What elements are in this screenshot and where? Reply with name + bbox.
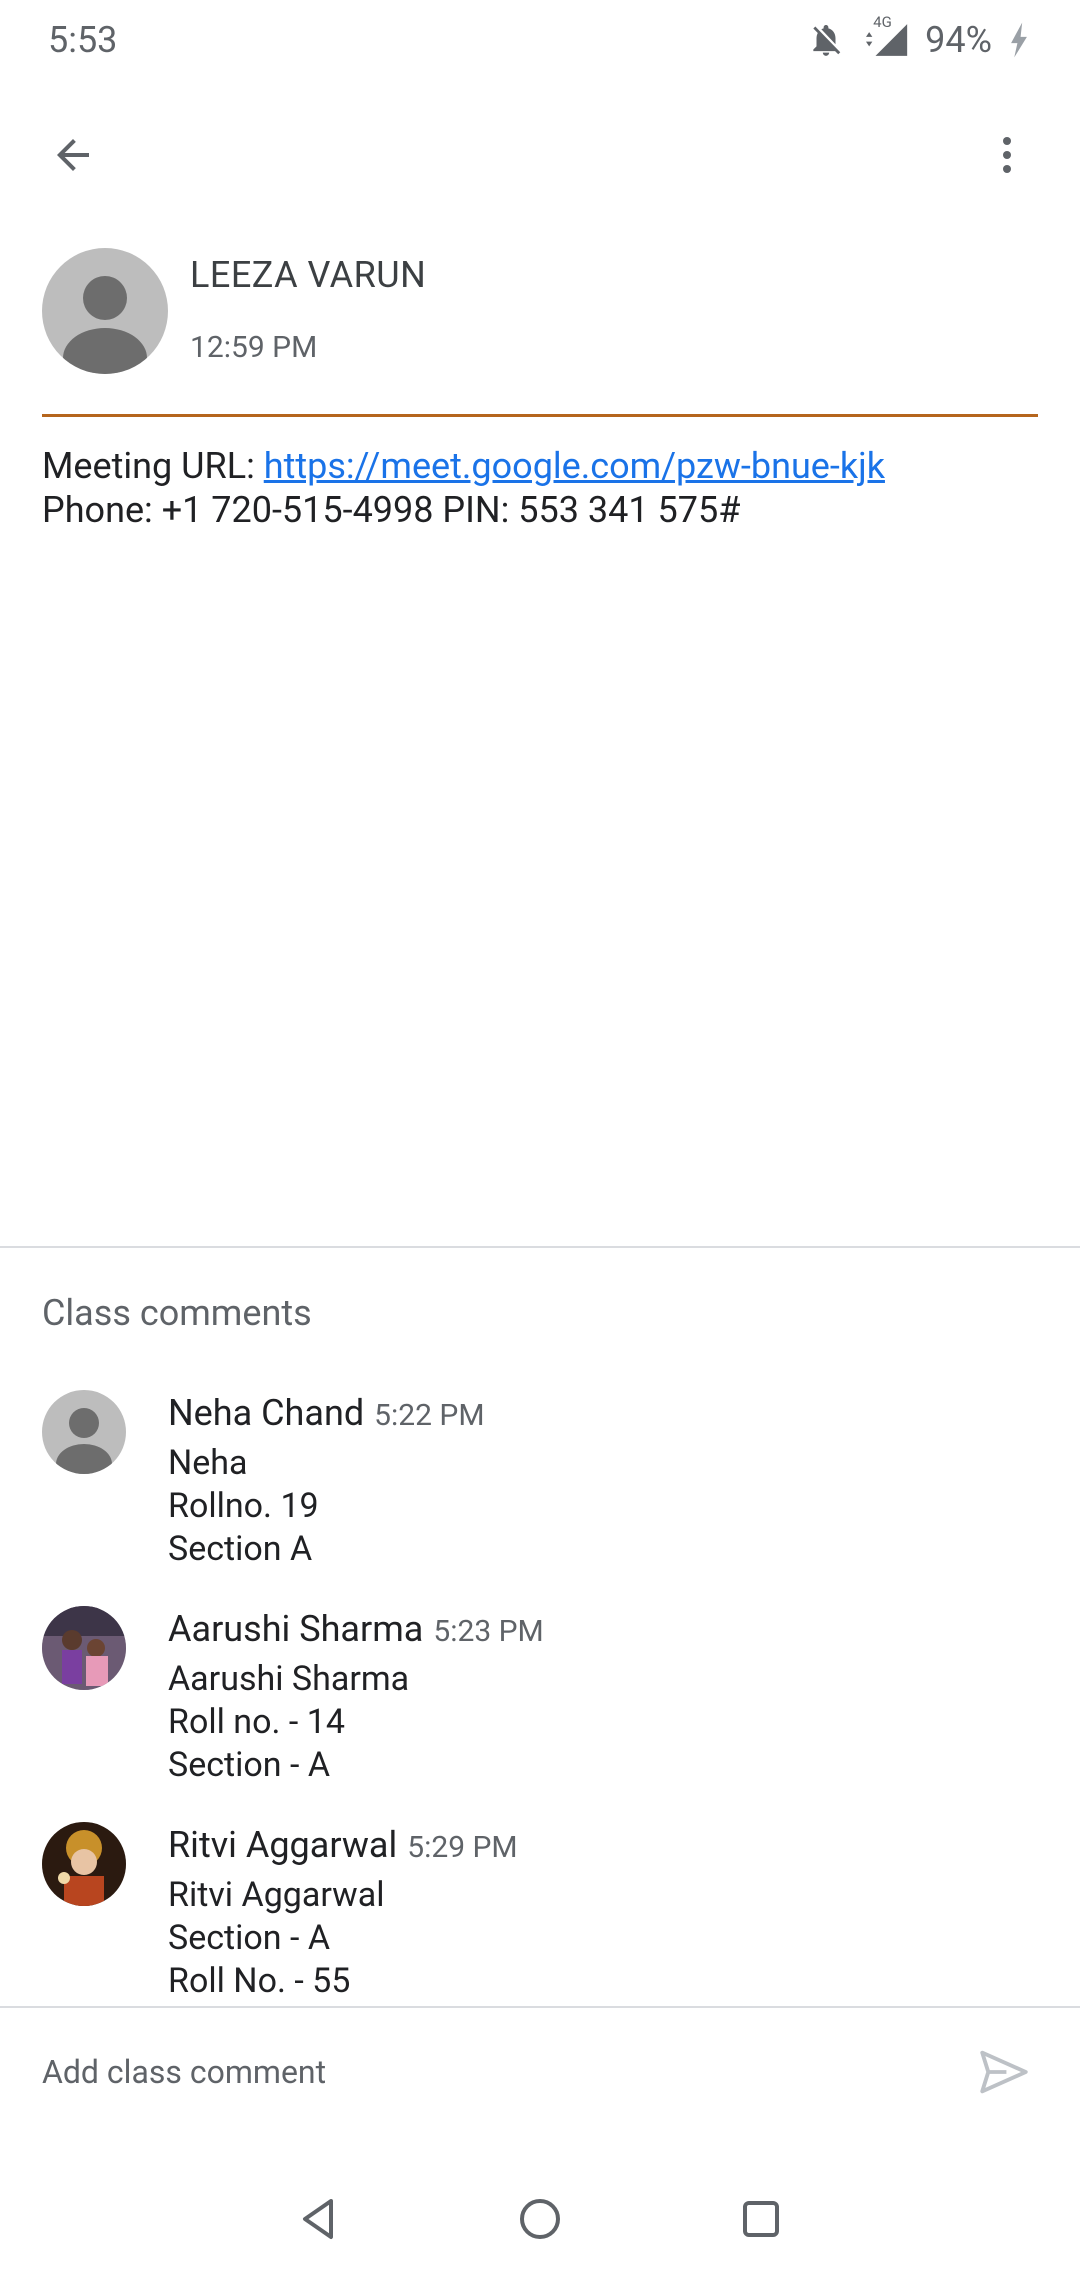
comment-author: Neha Chand xyxy=(168,1392,365,1434)
phone-line: Phone: +1 720-515-4998 PIN: 553 341 575# xyxy=(42,489,741,531)
post-body: Meeting URL: https://meet.google.com/pzw… xyxy=(42,444,1042,532)
comment-time: 5:23 PM xyxy=(433,1614,544,1649)
author-avatar xyxy=(42,248,168,374)
comment-line: Ritvi Aggarwal xyxy=(168,1875,385,1915)
system-nav-bar xyxy=(0,2158,1080,2280)
status-bar: 5:53 4G 94% xyxy=(0,0,1080,80)
network-type-label: 4G xyxy=(873,13,892,31)
nav-back-icon xyxy=(303,2199,333,2239)
back-button[interactable] xyxy=(40,122,106,188)
nav-home-icon xyxy=(520,2199,560,2239)
comment-time: 5:22 PM xyxy=(374,1398,485,1433)
back-arrow-icon xyxy=(57,139,89,171)
meeting-line: Meeting URL: https://meet.google.com/pzw… xyxy=(42,444,1042,488)
comment-header: Neha Chand 5:22 PM xyxy=(168,1392,485,1434)
send-button[interactable] xyxy=(970,2038,1038,2106)
post-header: LEEZA VARUN 12:59 PM xyxy=(42,248,1042,374)
comment-line: Roll no. - 14 xyxy=(168,1702,345,1742)
class-comments-title: Class comments xyxy=(42,1292,312,1334)
comment-header: Aarushi Sharma 5:23 PM xyxy=(168,1608,544,1650)
meeting-url-link[interactable]: https://meet.google.com/pzw-bnue-kjk xyxy=(264,445,885,487)
comment-time: 5:29 PM xyxy=(407,1830,518,1865)
comment-author: Ritvi Aggarwal xyxy=(168,1824,398,1866)
comment-line: Rollno. 19 xyxy=(168,1486,319,1526)
profile-photo-icon xyxy=(42,1822,126,1906)
person-icon xyxy=(63,276,147,374)
nav-recents-icon xyxy=(743,2201,779,2237)
battery-charging-icon xyxy=(1006,21,1032,59)
comment-text: Neha Rollno. 19 Section A xyxy=(168,1442,319,1571)
comment-avatar-photo xyxy=(42,1606,126,1690)
send-icon xyxy=(980,2050,1028,2094)
nav-home-button[interactable] xyxy=(507,2186,573,2252)
comment-author: Aarushi Sharma xyxy=(168,1608,424,1650)
comment-line: Aarushi Sharma xyxy=(168,1659,410,1699)
comment-line: Neha xyxy=(168,1443,248,1483)
comment-composer xyxy=(0,2008,1080,2158)
add-comment-input[interactable] xyxy=(42,2042,942,2102)
comment-header: Ritvi Aggarwal 5:29 PM xyxy=(168,1824,518,1866)
comment-line: Roll No. - 55 xyxy=(168,1961,351,2001)
profile-photo-icon xyxy=(42,1606,126,1690)
comment-avatar xyxy=(42,1390,126,1474)
post-header-divider xyxy=(42,414,1038,417)
nav-back-button[interactable] xyxy=(286,2186,352,2252)
section-divider xyxy=(0,1246,1080,1248)
comment-avatar-photo xyxy=(42,1822,126,1906)
comment-line: Section - A xyxy=(168,1918,331,1958)
nav-recents-button[interactable] xyxy=(728,2186,794,2252)
comment-text: Aarushi Sharma Roll no. - 14 Section - A xyxy=(168,1658,409,1787)
more-options-button[interactable] xyxy=(974,122,1040,188)
status-time: 5:53 xyxy=(48,19,118,61)
post-author-name: LEEZA VARUN xyxy=(190,254,427,296)
post-time: 12:59 PM xyxy=(190,330,318,365)
status-icons: 4G 94% xyxy=(807,13,1032,61)
signal-icon: 4G xyxy=(859,13,911,59)
comment-line: Section A xyxy=(168,1529,313,1569)
battery-percent: 94% xyxy=(925,19,992,61)
comment-text: Ritvi Aggarwal Section - A Roll No. - 55 xyxy=(168,1874,384,2003)
person-icon xyxy=(56,1408,112,1474)
notifications-off-icon xyxy=(807,21,845,59)
comment-line: Section - A xyxy=(168,1745,331,1785)
app-bar xyxy=(0,100,1080,210)
meeting-label: Meeting URL: xyxy=(42,445,264,487)
more-vert-icon xyxy=(1003,137,1011,173)
